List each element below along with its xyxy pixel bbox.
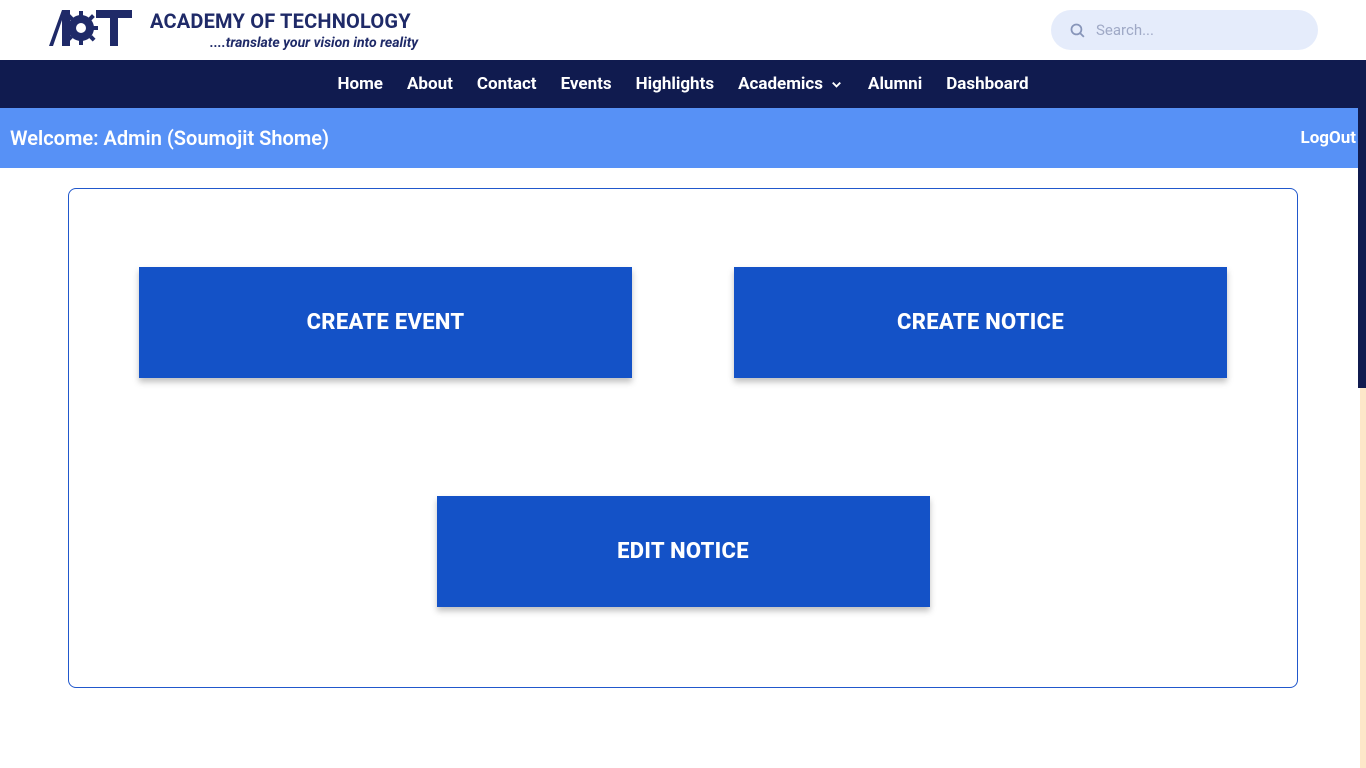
welcome-bar: Welcome: Admin (Soumojit Shome) LogOut xyxy=(0,108,1366,168)
logo-area: ACADEMY OF TECHNOLOGY ....translate your… xyxy=(48,8,418,52)
nav-academics-label: Academics xyxy=(738,74,823,94)
nav-about[interactable]: About xyxy=(395,62,465,106)
action-row-1: CREATE EVENT CREATE NOTICE xyxy=(139,267,1227,378)
logo-text-block: ACADEMY OF TECHNOLOGY ....translate your… xyxy=(150,9,418,51)
search-box[interactable] xyxy=(1051,10,1318,50)
dashboard-panel: CREATE EVENT CREATE NOTICE EDIT NOTICE xyxy=(68,188,1298,688)
search-icon xyxy=(1069,22,1086,39)
top-header: ACADEMY OF TECHNOLOGY ....translate your… xyxy=(0,0,1366,60)
nav-highlights[interactable]: Highlights xyxy=(624,62,726,106)
nav-dashboard[interactable]: Dashboard xyxy=(934,62,1040,106)
logout-link[interactable]: LogOut xyxy=(1301,128,1357,148)
search-input[interactable] xyxy=(1096,21,1300,39)
content-area: CREATE EVENT CREATE NOTICE EDIT NOTICE xyxy=(0,168,1366,708)
nav-events[interactable]: Events xyxy=(549,62,624,106)
edit-notice-button[interactable]: EDIT NOTICE xyxy=(437,496,930,607)
aot-logo-icon xyxy=(48,8,132,52)
nav-home[interactable]: Home xyxy=(325,62,395,106)
create-notice-button[interactable]: CREATE NOTICE xyxy=(734,267,1227,378)
action-row-2: EDIT NOTICE xyxy=(139,496,1227,607)
nav-contact[interactable]: Contact xyxy=(465,62,549,106)
org-tagline: ....translate your vision into reality xyxy=(210,35,418,51)
create-event-button[interactable]: CREATE EVENT xyxy=(139,267,632,378)
welcome-text: Welcome: Admin (Soumojit Shome) xyxy=(10,126,329,150)
org-title: ACADEMY OF TECHNOLOGY xyxy=(150,9,418,33)
primary-nav: Home About Contact Events Highlights Aca… xyxy=(0,60,1366,108)
chevron-down-icon xyxy=(829,77,844,92)
nav-academics[interactable]: Academics xyxy=(726,62,856,106)
nav-alumni[interactable]: Alumni xyxy=(856,62,934,106)
